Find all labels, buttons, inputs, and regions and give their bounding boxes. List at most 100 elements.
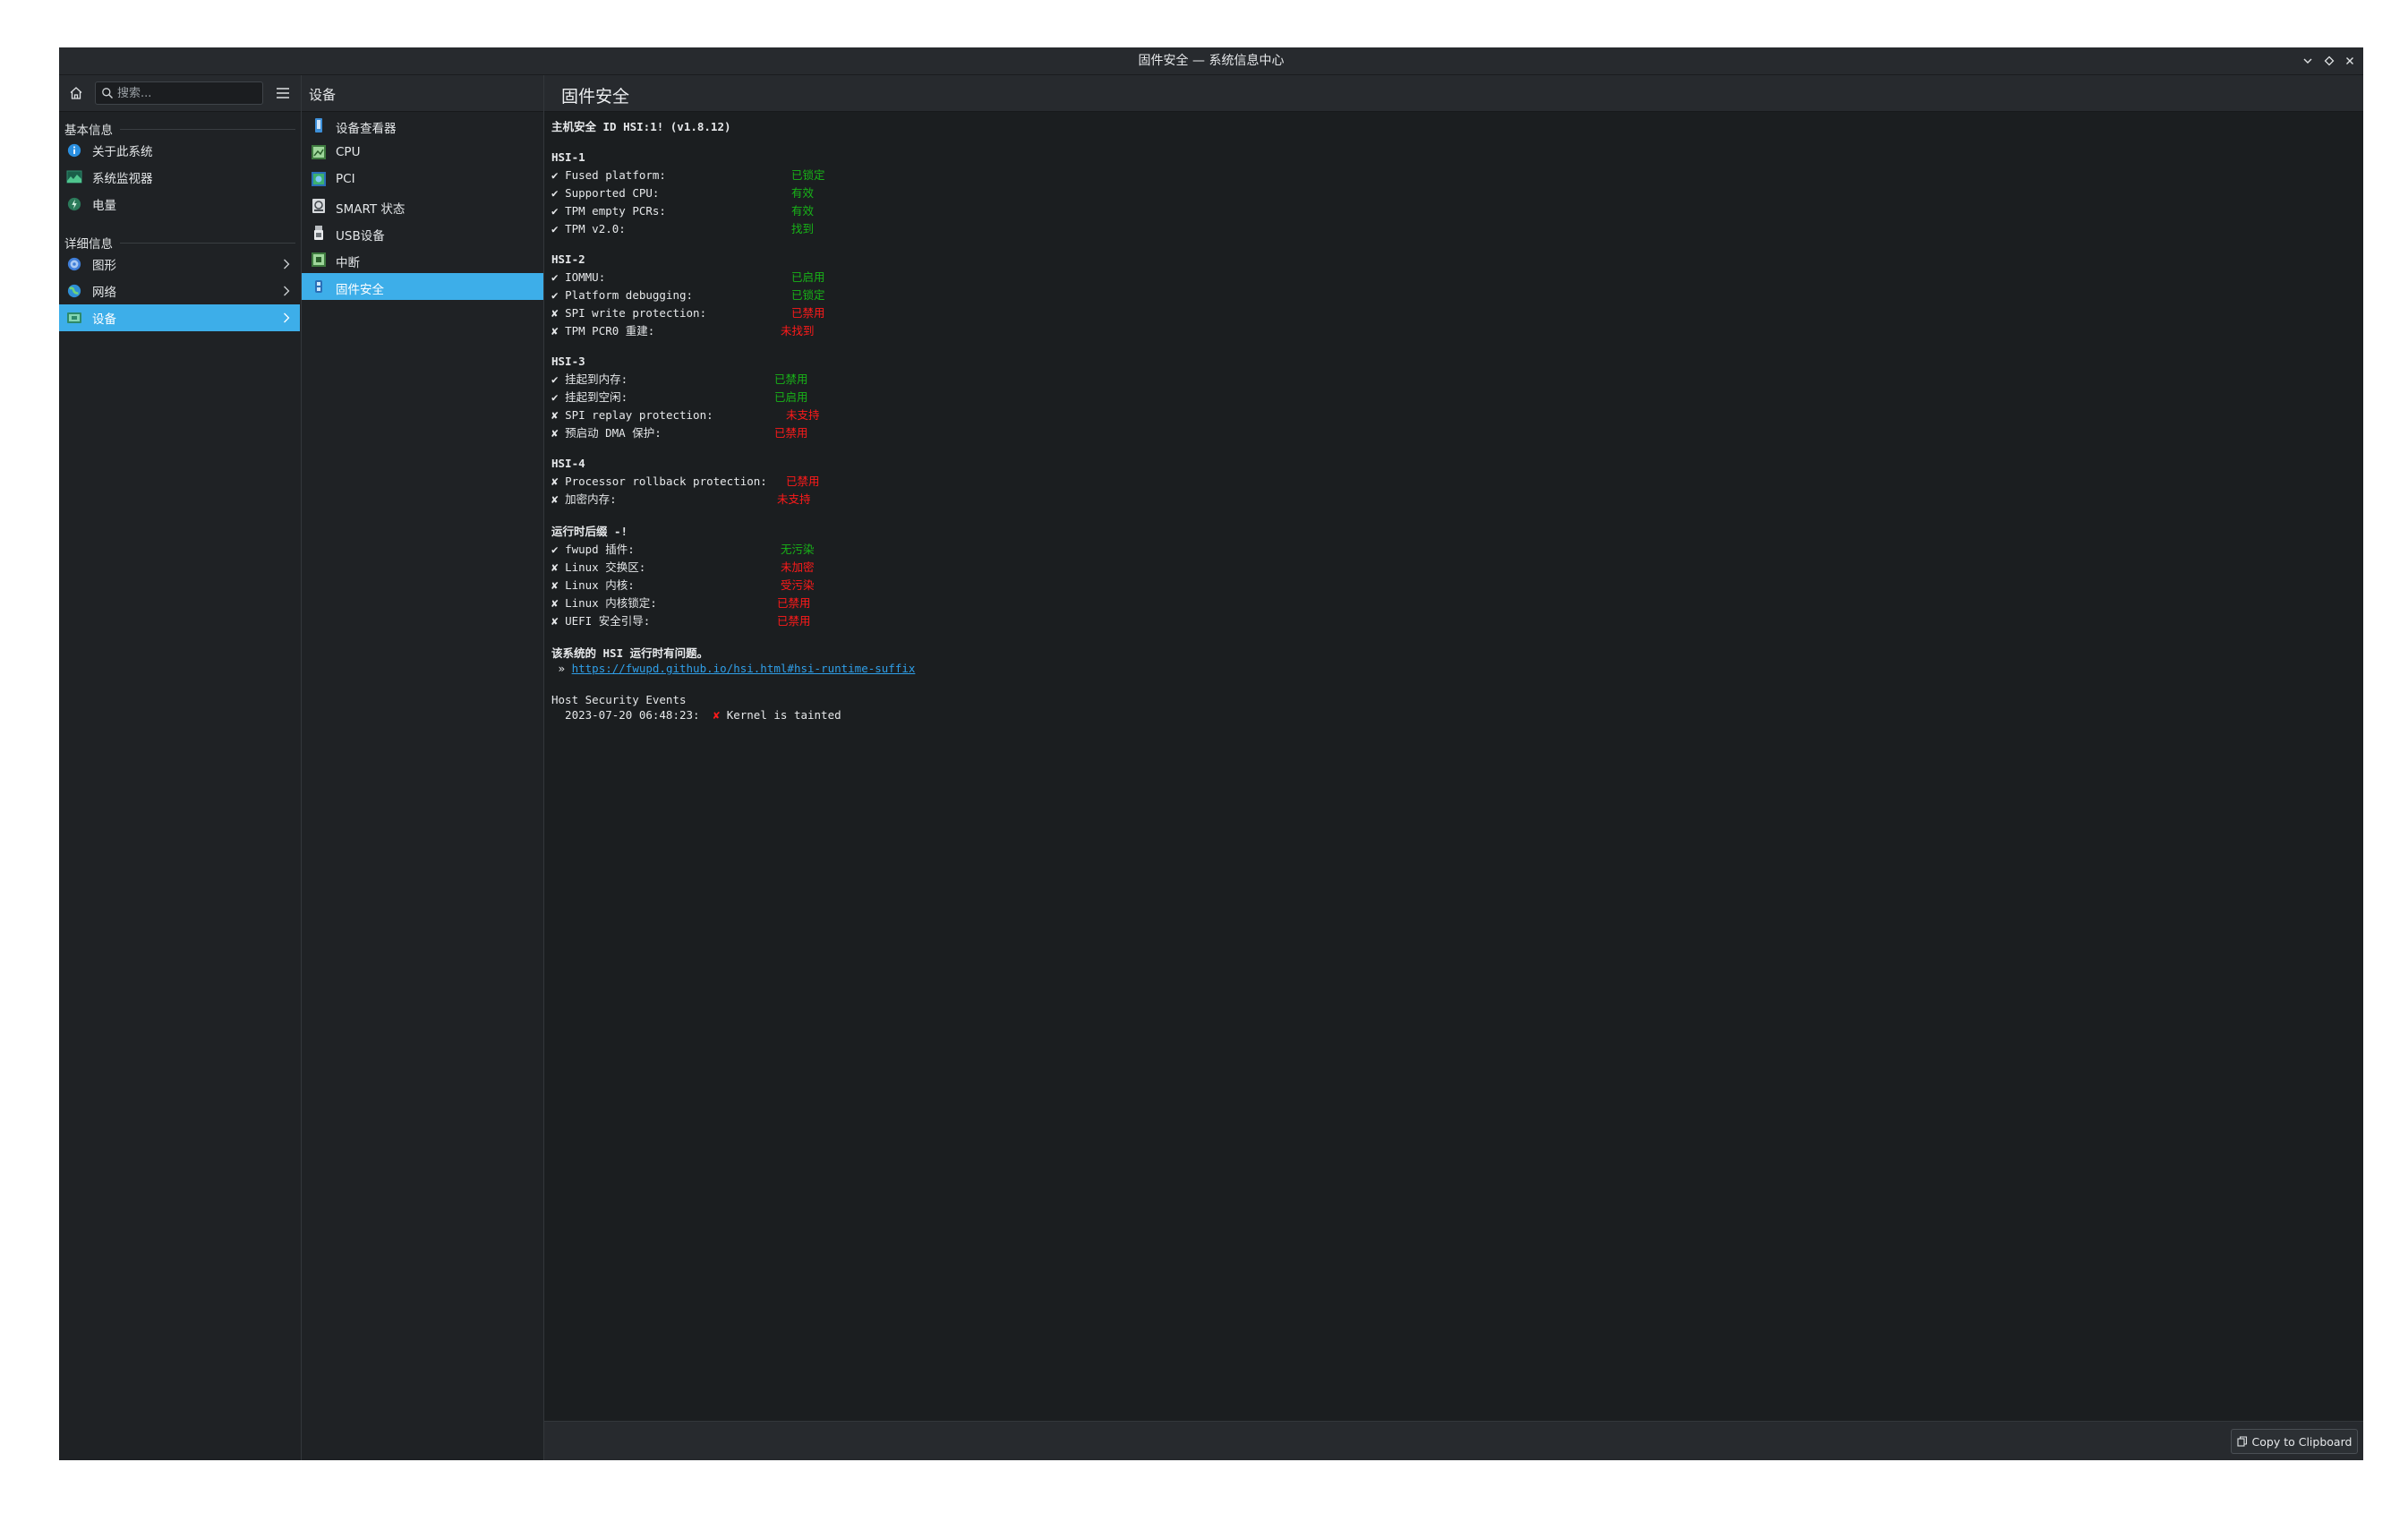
status-mark: ✔: [551, 270, 559, 284]
sidebar-item-power[interactable]: 电量: [59, 191, 300, 218]
status-mark: ✔: [551, 390, 559, 404]
report-row: ✔ fwupd 插件: 无污染: [551, 541, 815, 559]
device-item-firmware-security[interactable]: 固件安全: [302, 273, 543, 300]
sidebar-item-label: 关于此系统: [92, 145, 153, 159]
device-list-pane: 设备 设备查看器 CPU PCI SMART 状态 USB设备 中断 固件安全: [302, 75, 544, 1460]
chevron-right-icon: [284, 259, 290, 269]
report-row: ✔ Platform debugging: 已锁定: [551, 286, 825, 304]
row-key: SPI write protection:: [565, 306, 707, 320]
device-item-label: PCI: [336, 172, 355, 186]
hsi-docs-link[interactable]: https://fwupd.github.io/hsi.html#hsi-run…: [572, 662, 916, 675]
row-value: 已禁用: [777, 596, 811, 610]
chevron-right-icon: [284, 286, 290, 296]
sidebar-toolbar: [59, 75, 301, 112]
home-icon: [70, 87, 82, 99]
device-item-smart[interactable]: SMART 状态: [302, 192, 543, 219]
cpu-icon: [312, 145, 326, 159]
sidebar: 基本信息 关于此系统 系统监视器 电量 详细信息 图形: [59, 75, 302, 1460]
device-item-usb[interactable]: USB设备: [302, 219, 543, 246]
close-button[interactable]: [2341, 52, 2359, 70]
sidebar-item-label: 电量: [92, 199, 116, 213]
home-button[interactable]: [66, 83, 86, 103]
status-mark: ✘: [551, 306, 559, 320]
device-viewer-icon: [315, 118, 322, 133]
row-key: UEFI 安全引导:: [565, 614, 651, 628]
status-mark: ✔: [551, 288, 559, 302]
status-mark: ✘: [551, 324, 559, 338]
section-header-basic: 基本信息: [64, 120, 295, 138]
row-value: 未支持: [786, 408, 820, 422]
device-item-label: 固件安全: [336, 283, 384, 297]
sidebar-item-network[interactable]: 网络: [59, 278, 300, 304]
row-key: TPM v2.0:: [565, 222, 626, 235]
section-header-detail: 详细信息: [64, 234, 295, 252]
report-row: ✔ TPM empty PCRs: 有效: [551, 202, 814, 220]
report-row: ✘ 预启动 DMA 保护: 已禁用: [551, 424, 808, 442]
device-item-label: CPU: [336, 145, 361, 159]
row-key: 加密内存:: [565, 492, 617, 506]
host-security-id: 主机安全 ID HSI:1! (v1.8.12): [551, 120, 731, 133]
sidebar-item-label: 设备: [92, 312, 116, 327]
device-item-viewer[interactable]: 设备查看器: [302, 112, 543, 139]
group-title: HSI-2: [551, 252, 585, 266]
status-mark: ✔: [551, 186, 559, 200]
group-title: HSI-4: [551, 457, 585, 470]
app-window: 固件安全 — 系统信息中心 搜索... 基本信息 关于此系统 系统监视器 电量 …: [59, 47, 2363, 1460]
report-row: ✔ 挂起到内存: 已禁用: [551, 371, 808, 389]
sidebar-item-devices[interactable]: 设备: [59, 304, 300, 331]
row-key: TPM PCR0 重建:: [565, 324, 655, 338]
content-pane: 固件安全 主机安全 ID HSI:1! (v1.8.12) HSI-1 ✔ Fu…: [544, 75, 2363, 1460]
status-mark: ✔: [551, 543, 559, 556]
row-key: Processor rollback protection:: [565, 475, 767, 488]
row-value: 有效: [791, 186, 815, 200]
status-mark: ✔: [551, 372, 559, 386]
row-key: 预启动 DMA 保护:: [565, 426, 662, 440]
title-bar: 固件安全 — 系统信息中心: [59, 47, 2363, 75]
chevron-down-icon: [2303, 58, 2312, 64]
device-item-label: 设备查看器: [336, 122, 397, 136]
row-value: 已禁用: [774, 372, 808, 386]
maximize-button[interactable]: [2320, 52, 2338, 70]
info-icon: [67, 143, 81, 158]
section-divider: [120, 242, 295, 244]
page-title: 固件安全: [561, 87, 630, 107]
row-value: 已禁用: [774, 426, 808, 440]
status-mark: ✘: [551, 560, 559, 574]
device-item-cpu[interactable]: CPU: [302, 139, 543, 166]
search-input[interactable]: [117, 82, 259, 104]
sidebar-item-system-monitor[interactable]: 系统监视器: [59, 164, 300, 191]
power-icon: [67, 197, 81, 211]
pci-icon: [312, 172, 326, 186]
report-row: ✔ TPM v2.0: 找到: [551, 220, 814, 238]
event-text: Kernel is tainted: [726, 708, 841, 722]
minimize-button[interactable]: [2299, 52, 2317, 70]
report-row: ✘ 加密内存: 未支持: [551, 491, 811, 509]
status-mark: ✔: [551, 204, 559, 218]
row-key: Fused platform:: [565, 168, 666, 182]
row-key: Platform debugging:: [565, 288, 694, 302]
graphics-icon: [67, 257, 81, 271]
search-icon: [102, 88, 113, 98]
sidebar-item-graphics[interactable]: 图形: [59, 251, 300, 278]
device-item-pci[interactable]: PCI: [302, 166, 543, 192]
smart-status-icon: [312, 199, 325, 213]
section-header-basic-label: 基本信息: [64, 124, 113, 138]
report-row: ✘ Processor rollback protection: 已禁用: [551, 473, 820, 491]
sidebar-item-label: 系统监视器: [92, 172, 153, 186]
sidebar-item-about[interactable]: 关于此系统: [59, 137, 300, 164]
device-item-label: USB设备: [336, 229, 385, 244]
row-value: 有效: [791, 204, 815, 218]
row-value: 已禁用: [777, 614, 811, 628]
status-mark: ✘: [551, 614, 559, 628]
report-row: ✘ TPM PCR0 重建: 未找到: [551, 322, 815, 340]
copy-icon: [2236, 1436, 2248, 1447]
interrupts-icon: [312, 252, 326, 267]
row-value: 已启用: [791, 270, 825, 284]
copy-to-clipboard-button[interactable]: Copy to Clipboard: [2231, 1429, 2358, 1454]
row-value: 未支持: [777, 492, 811, 506]
device-item-interrupts[interactable]: 中断: [302, 246, 543, 273]
row-key: SPI replay protection:: [565, 408, 713, 422]
search-field[interactable]: [95, 81, 263, 105]
hamburger-menu-button[interactable]: [272, 83, 294, 103]
status-mark: ✘: [551, 492, 559, 506]
